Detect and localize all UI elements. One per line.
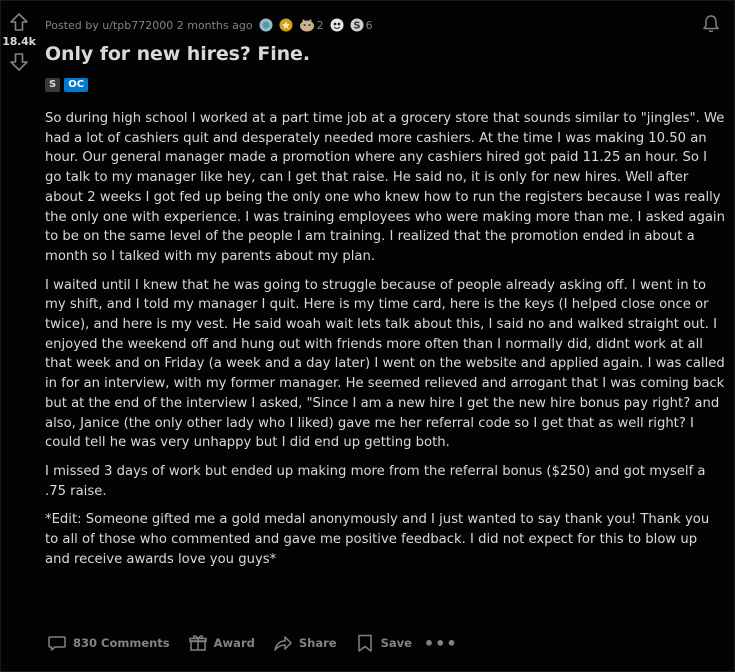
- oc-flair[interactable]: OC: [64, 78, 89, 92]
- award-label: Award: [213, 636, 255, 650]
- post-paragraph: I missed 3 days of work but ended up mak…: [45, 463, 706, 499]
- award-wholesome-count: 2: [316, 18, 324, 32]
- more-options-button[interactable]: •••: [424, 634, 458, 653]
- bell-icon: [703, 15, 719, 33]
- post-card: 18.4k Posted by u/tpb772000 2 months ago…: [0, 0, 735, 672]
- heartwarming-award-icon: [330, 18, 344, 32]
- bookmark-icon: [357, 634, 372, 652]
- wholesome-award-icon: [299, 19, 314, 32]
- post-body: So during high school I worked at a part…: [45, 109, 725, 578]
- award-button[interactable]: Award: [186, 629, 257, 657]
- upvote-button[interactable]: [8, 11, 30, 33]
- award-helpful-count: 6: [365, 18, 373, 32]
- spoiler-flair[interactable]: S: [45, 78, 61, 92]
- svg-text:S: S: [353, 21, 360, 32]
- award-helpful[interactable]: S 6: [350, 18, 373, 32]
- posted-by-text: Posted by u/tpb772000 2 months ago: [45, 18, 253, 32]
- award-heartwarming[interactable]: [330, 18, 344, 32]
- award-wholesome[interactable]: 2: [299, 18, 324, 32]
- comments-button[interactable]: 830 Comments: [45, 629, 172, 657]
- post-actions: 830 Comments Award Share Save •••: [45, 629, 458, 657]
- share-button[interactable]: Share: [271, 629, 339, 657]
- post-paragraph: *Edit: Someone gifted me a gold medal an…: [45, 512, 710, 567]
- vote-column: 18.4k: [1, 11, 37, 73]
- post-paragraph: I waited until I knew that he was going …: [45, 277, 725, 451]
- share-arrow-icon: [274, 636, 292, 651]
- award-silver[interactable]: [259, 18, 273, 32]
- downvote-arrow-icon: [10, 53, 28, 71]
- gold-award-icon: [279, 18, 293, 32]
- helpful-award-icon: S: [350, 18, 364, 32]
- comments-label: 830 Comments: [73, 636, 170, 650]
- notification-bell-button[interactable]: [700, 13, 722, 35]
- post-paragraph: So during high school I worked at a part…: [45, 111, 725, 264]
- downvote-button[interactable]: [8, 51, 30, 73]
- post-flairs: S OC: [45, 78, 89, 92]
- gift-icon: [188, 635, 207, 651]
- share-label: Share: [298, 636, 337, 650]
- save-button[interactable]: Save: [353, 629, 414, 657]
- vote-score: 18.4k: [2, 35, 36, 48]
- comment-icon: [48, 636, 66, 651]
- save-label: Save: [380, 636, 412, 650]
- post-meta: Posted by u/tpb772000 2 months ago 2 S 6: [45, 16, 373, 34]
- award-gold[interactable]: [279, 18, 293, 32]
- upvote-arrow-icon: [10, 13, 28, 31]
- silver-award-icon: [259, 18, 273, 32]
- post-title[interactable]: Only for new hires? Fine.: [45, 43, 310, 65]
